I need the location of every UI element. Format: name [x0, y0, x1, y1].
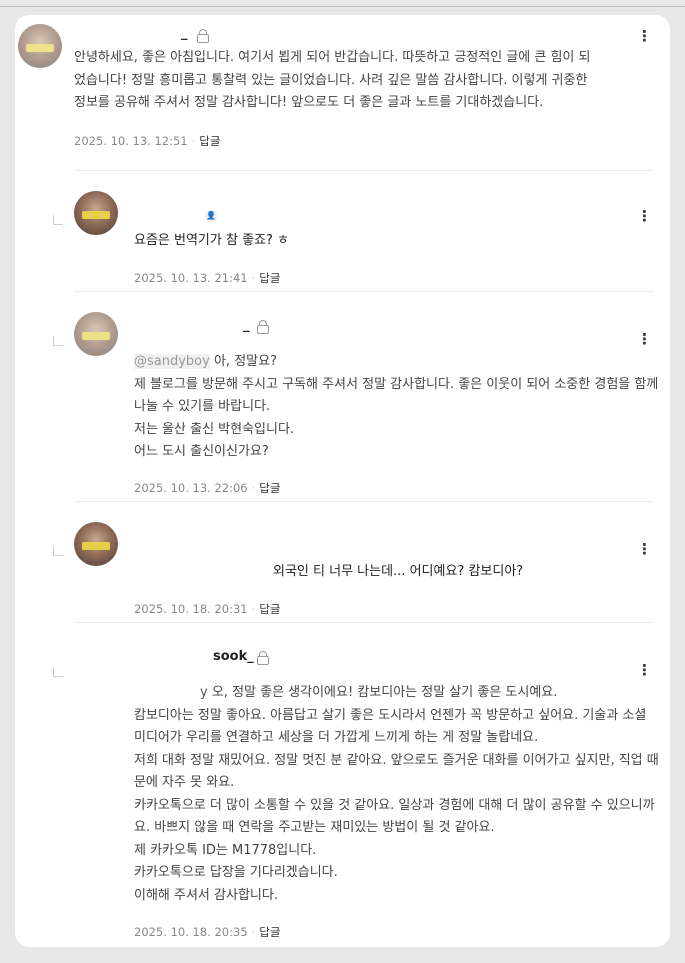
more-options-icon[interactable]: ⋮: [637, 542, 652, 557]
comment-meta: 2025. 10. 18. 20:31 · 답글: [134, 602, 281, 616]
comment-item: _ ⋮ @sandyboy 아, 정말요? 제 블로그를 방문해 주시고 구독해…: [15, 292, 670, 502]
comment-meta: 2025. 10. 18. 20:35 · 답글: [134, 925, 281, 939]
top-divider: [0, 6, 685, 7]
commenter-name[interactable]: sook_: [213, 649, 254, 664]
lock-icon: [197, 29, 209, 43]
comment-text: 카카오톡으로 더 많이 소통할 수 있을 것 같아요. 일상과 경험에 대해 더…: [134, 797, 655, 836]
lock-icon: [257, 651, 269, 665]
comment-text: 요즘은 번역기가 참 좋죠? ㅎ: [134, 233, 289, 248]
commenter-name[interactable]: _: [243, 318, 250, 333]
comment-text: 캄보디아는 정말 좋아요. 아름답고 살기 좋은 도시라서 언젠가 꼭 방문하고…: [134, 707, 647, 746]
avatar[interactable]: [74, 191, 118, 235]
comment-body: @sandyboy 아, 정말요? 제 블로그를 방문해 주시고 구독해 주셔서…: [134, 351, 659, 464]
comment-panel: _ ⋮ 안녕하세요, 좋은 아침입니다. 여기서 뵙게 되어 반갑습니다. 따뜻…: [15, 15, 670, 947]
person-icon: 👤: [205, 210, 217, 222]
comment-date: 2025. 10. 13. 21:41: [134, 271, 248, 285]
comment-meta: 2025. 10. 13. 12:51 · 답글: [74, 134, 221, 148]
mention-tag[interactable]: @sandyboy: [134, 354, 210, 369]
reply-button[interactable]: 답글: [259, 481, 280, 495]
commenter-name[interactable]: _: [181, 26, 188, 41]
more-options-icon[interactable]: ⋮: [637, 29, 652, 44]
comment-body: 외국인 티 너무 나는데... 어디예요? 캄보디아?: [273, 561, 663, 584]
avatar-detail: [26, 44, 54, 52]
comment-date: 2025. 10. 13. 12:51: [74, 134, 188, 148]
avatar[interactable]: [74, 312, 118, 356]
comment-text: 저희 대화 정말 재밌어요. 정말 멋진 분 같아요. 앞으로도 즐거운 대화를…: [134, 752, 659, 791]
avatar-detail: [82, 211, 110, 219]
comment-text: 저는 울산 출신 박현숙입니다.: [134, 421, 295, 437]
lock-icon: [257, 320, 269, 334]
comment-text: 어느 도시 출신이신가요?: [134, 444, 269, 459]
comment-date: 2025. 10. 18. 20:31: [134, 602, 248, 616]
comment-item: _ ⋮ 안녕하세요, 좋은 아침입니다. 여기서 뵙게 되어 반갑습니다. 따뜻…: [15, 15, 670, 171]
reply-button[interactable]: 답글: [259, 925, 280, 939]
more-options-icon[interactable]: ⋮: [637, 663, 652, 678]
avatar[interactable]: [18, 24, 62, 68]
mention-tag[interactable]: y: [134, 685, 208, 700]
comment-text: 외국인 티 너무 나는데... 어디예요? 캄보디아?: [273, 564, 524, 579]
reply-indent-icon: [53, 336, 63, 346]
comment-text: 제 블로그를 방문해 주시고 구독해 주셔서 정말 감사합니다. 좋은 이웃이 …: [134, 376, 659, 415]
comment-meta: 2025. 10. 13. 21:41 · 답글: [134, 271, 281, 285]
avatar[interactable]: [74, 522, 118, 566]
avatar-detail: [82, 542, 110, 550]
comment-item: sook_ ⋮ y 오, 정말 좋은 생각이에요! 캄보디아는 정말 살기 좋은…: [15, 623, 670, 947]
comment-body: 안녕하세요, 좋은 아침입니다. 여기서 뵙게 되어 반갑습니다. 따뜻하고 긍…: [74, 47, 599, 115]
reply-button[interactable]: 답글: [199, 134, 220, 148]
comment-text: 제 카카오톡 ID는 M1778입니다.: [134, 842, 317, 858]
comment-text: 이해해 주셔서 감사합니다.: [134, 887, 278, 903]
comment-text: 오, 정말 좋은 생각이에요! 캄보디아는 정말 살기 좋은 도시예요.: [211, 685, 558, 700]
comment-text: 카카오톡으로 답장을 기다리겠습니다.: [134, 865, 338, 880]
more-options-icon[interactable]: ⋮: [637, 209, 652, 224]
reply-indent-icon: [53, 215, 63, 225]
comment-item: 👤 ⋮ 요즘은 번역기가 참 좋죠? ㅎ 2025. 10. 13. 21:41…: [15, 171, 670, 292]
comment-item: ⋮ 외국인 티 너무 나는데... 어디예요? 캄보디아? 2025. 10. …: [15, 502, 670, 623]
comment-meta: 2025. 10. 13. 22:06 · 답글: [134, 481, 281, 495]
comment-date: 2025. 10. 13. 22:06: [134, 481, 248, 495]
comment-body: 요즘은 번역기가 참 좋죠? ㅎ: [134, 230, 659, 253]
avatar-detail: [82, 332, 110, 340]
comment-date: 2025. 10. 18. 20:35: [134, 925, 248, 939]
comment-body: y 오, 정말 좋은 생각이에요! 캄보디아는 정말 살기 좋은 도시예요. 캄…: [134, 682, 659, 907]
reply-button[interactable]: 답글: [259, 271, 280, 285]
reply-indent-icon: [53, 667, 63, 677]
reply-button[interactable]: 답글: [259, 602, 280, 616]
comment-text: 안녕하세요, 좋은 아침입니다. 여기서 뵙게 되어 반갑습니다. 따뜻하고 긍…: [74, 50, 591, 110]
more-options-icon[interactable]: ⋮: [637, 332, 652, 347]
reply-indent-icon: [53, 546, 63, 556]
comment-text: 아, 정말요?: [213, 354, 277, 369]
